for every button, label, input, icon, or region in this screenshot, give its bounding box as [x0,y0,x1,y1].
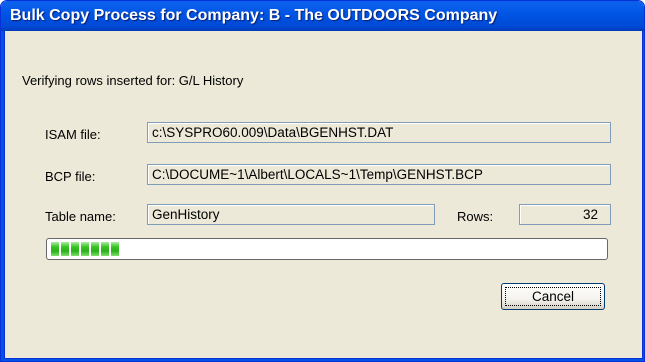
progress-chunk [71,242,79,256]
progress-chunk [81,242,89,256]
table-name-field: GenHistory [147,204,435,225]
rows-count-field: 32 [519,204,611,225]
cancel-button-label: Cancel [505,287,601,306]
progress-chunk [111,242,119,256]
table-name-label: Table name: [45,209,116,224]
bulk-copy-dialog: Bulk Copy Process for Company: B - The O… [0,0,645,362]
isam-file-field: c:\SYSPRO60.009\Data\BGENHST.DAT [147,122,611,143]
title-bar[interactable]: Bulk Copy Process for Company: B - The O… [1,1,644,31]
progress-fill [51,242,591,256]
window-title: Bulk Copy Process for Company: B - The O… [10,7,498,24]
bcp-file-label: BCP file: [45,169,96,184]
cancel-button[interactable]: Cancel [501,283,605,310]
progress-chunk [91,242,99,256]
bcp-file-field: C:\DOCUME~1\Albert\LOCALS~1\Temp\GENHST.… [147,164,611,185]
isam-file-label: ISAM file: [45,127,101,142]
progress-bar [46,238,608,260]
progress-chunk [61,242,69,256]
rows-label: Rows: [457,209,494,224]
progress-chunk [101,242,109,256]
progress-chunk [51,242,59,256]
status-message: Verifying rows inserted for: G/L History [22,73,244,88]
